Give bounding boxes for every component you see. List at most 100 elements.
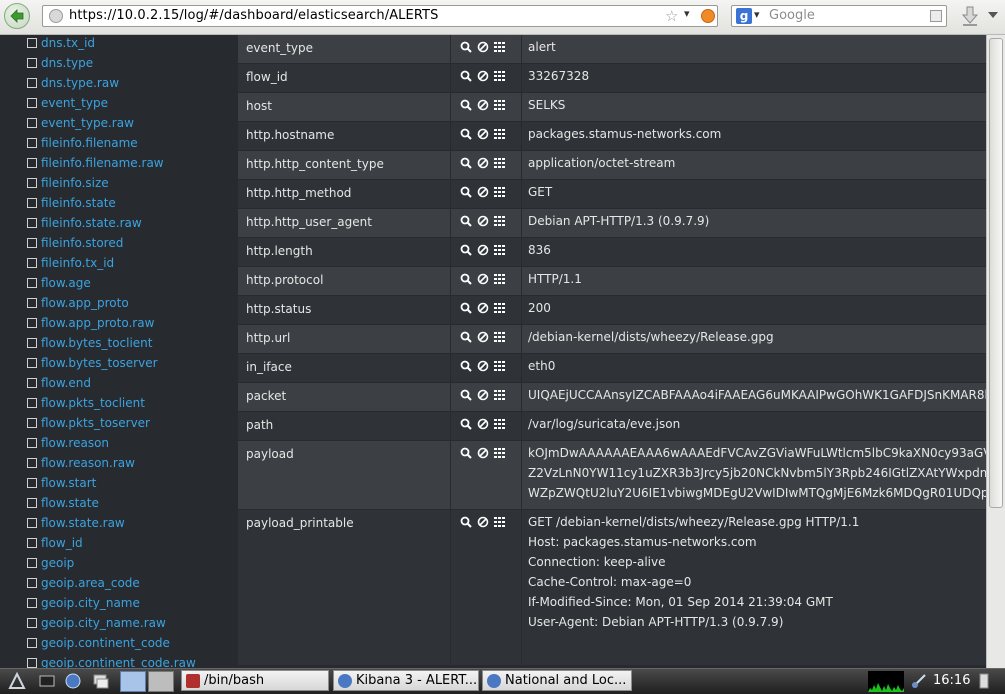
- field-checkbox[interactable]: [27, 58, 37, 68]
- field-checkbox[interactable]: [27, 578, 37, 588]
- filter-magnify-icon[interactable]: [460, 157, 472, 169]
- sidebar-field-item[interactable]: flow.pkts_toserver: [27, 413, 150, 433]
- back-button[interactable]: [4, 3, 30, 29]
- sidebar-field-item[interactable]: fileinfo.filename.raw: [27, 153, 164, 173]
- filter-magnify-icon[interactable]: [460, 447, 472, 459]
- field-checkbox[interactable]: [27, 298, 37, 308]
- show-desktop-icon[interactable]: [92, 672, 110, 690]
- battery-tray-icon[interactable]: [978, 672, 990, 690]
- toggle-column-icon[interactable]: [494, 99, 506, 111]
- field-name-link[interactable]: fileinfo.tx_id: [41, 256, 114, 270]
- toggle-column-icon[interactable]: [494, 128, 506, 140]
- sidebar-field-item[interactable]: geoip.area_code: [27, 573, 140, 593]
- toggle-column-icon[interactable]: [494, 516, 506, 528]
- filter-out-icon[interactable]: [477, 186, 489, 198]
- lxde-menu-icon[interactable]: [8, 672, 26, 690]
- filter-magnify-icon[interactable]: [460, 186, 472, 198]
- sidebar-field-item[interactable]: geoip: [27, 553, 74, 573]
- field-name-link[interactable]: flow.app_proto: [41, 296, 129, 310]
- filter-magnify-icon[interactable]: [460, 302, 472, 314]
- field-checkbox[interactable]: [27, 618, 37, 628]
- field-checkbox[interactable]: [27, 358, 37, 368]
- sidebar-field-item[interactable]: flow_id: [27, 533, 83, 553]
- field-name-link[interactable]: flow.start: [41, 476, 96, 490]
- url-bar[interactable]: https://10.0.2.15/log/#/dashboard/elasti…: [42, 5, 718, 27]
- toggle-column-icon[interactable]: [494, 157, 506, 169]
- field-name-link[interactable]: fileinfo.stored: [41, 236, 123, 250]
- filter-magnify-icon[interactable]: [460, 99, 472, 111]
- url-history-dropdown-icon[interactable]: ▾: [684, 7, 690, 20]
- vertical-scrollbar[interactable]: [986, 35, 1005, 668]
- sidebar-field-item[interactable]: flow.state: [27, 493, 99, 513]
- site-identity-icon[interactable]: [49, 9, 63, 23]
- browser-launcher-icon[interactable]: [64, 672, 82, 690]
- sidebar-field-item[interactable]: dns.type: [27, 53, 93, 73]
- filter-out-icon[interactable]: [477, 273, 489, 285]
- task-terminal[interactable]: /bin/bash: [181, 670, 329, 691]
- field-name-link[interactable]: flow.app_proto.raw: [41, 316, 154, 330]
- field-checkbox[interactable]: [27, 198, 37, 208]
- field-checkbox[interactable]: [27, 158, 37, 168]
- filter-out-icon[interactable]: [477, 418, 489, 430]
- sidebar-field-item[interactable]: fileinfo.state.raw: [27, 213, 142, 233]
- field-checkbox[interactable]: [27, 338, 37, 348]
- toggle-column-icon[interactable]: [494, 273, 506, 285]
- sidebar-field-item[interactable]: geoip.city_name.raw: [27, 613, 166, 633]
- field-checkbox[interactable]: [27, 138, 37, 148]
- field-name-link[interactable]: fileinfo.size: [41, 176, 109, 190]
- task-kibana[interactable]: Kibana 3 - ALERT...: [333, 670, 479, 691]
- field-name-link[interactable]: geoip.continent_code: [41, 636, 170, 650]
- filter-magnify-icon[interactable]: [460, 244, 472, 256]
- clock[interactable]: 16:16: [933, 673, 970, 688]
- google-search-engine-icon[interactable]: g: [736, 8, 752, 24]
- field-name-link[interactable]: dns.type.raw: [41, 76, 119, 90]
- filter-out-icon[interactable]: [477, 128, 489, 140]
- sidebar-field-item[interactable]: fileinfo.filename: [27, 133, 138, 153]
- network-tray-icon[interactable]: [910, 672, 928, 690]
- field-name-link[interactable]: fileinfo.state.raw: [41, 216, 142, 230]
- sidebar-field-item[interactable]: flow.pkts_toclient: [27, 393, 145, 413]
- field-checkbox[interactable]: [27, 458, 37, 468]
- workspace-1-button[interactable]: [120, 671, 146, 692]
- filter-magnify-icon[interactable]: [460, 128, 472, 140]
- field-name-link[interactable]: fileinfo.filename.raw: [41, 156, 164, 170]
- toggle-column-icon[interactable]: [494, 302, 506, 314]
- sidebar-field-item[interactable]: flow.app_proto.raw: [27, 313, 154, 333]
- filter-out-icon[interactable]: [477, 389, 489, 401]
- search-input[interactable]: Google: [769, 8, 815, 23]
- sidebar-field-item[interactable]: flow.state.raw: [27, 513, 125, 533]
- sidebar-field-item[interactable]: fileinfo.tx_id: [27, 253, 114, 273]
- toggle-column-icon[interactable]: [494, 215, 506, 227]
- field-checkbox[interactable]: [27, 518, 37, 528]
- field-checkbox[interactable]: [27, 98, 37, 108]
- field-name-link[interactable]: geoip: [41, 556, 74, 570]
- field-name-link[interactable]: fileinfo.state: [41, 196, 116, 210]
- url-text[interactable]: https://10.0.2.15/log/#/dashboard/elasti…: [69, 8, 438, 23]
- toggle-column-icon[interactable]: [494, 186, 506, 198]
- field-checkbox[interactable]: [27, 378, 37, 388]
- field-checkbox[interactable]: [27, 118, 37, 128]
- sidebar-field-item[interactable]: flow.reason.raw: [27, 453, 135, 473]
- task-national[interactable]: National and Loc...: [482, 670, 632, 691]
- filter-out-icon[interactable]: [477, 516, 489, 528]
- filter-out-icon[interactable]: [477, 215, 489, 227]
- terminal-launcher-icon[interactable]: [38, 672, 56, 690]
- sidebar-field-item[interactable]: event_type.raw: [27, 113, 134, 133]
- search-engine-dropdown-icon[interactable]: ▾: [754, 8, 760, 21]
- sidebar-field-item[interactable]: geoip.continent_code.raw: [27, 653, 196, 668]
- field-checkbox[interactable]: [27, 558, 37, 568]
- field-name-link[interactable]: flow.age: [41, 276, 91, 290]
- toggle-column-icon[interactable]: [494, 244, 506, 256]
- field-name-link[interactable]: fileinfo.filename: [41, 136, 138, 150]
- field-name-link[interactable]: geoip.continent_code.raw: [41, 656, 196, 668]
- field-checkbox[interactable]: [27, 258, 37, 268]
- sidebar-field-item[interactable]: geoip.city_name: [27, 593, 140, 613]
- field-name-link[interactable]: flow.pkts_toclient: [41, 396, 145, 410]
- overflow-menu-icon[interactable]: [987, 9, 999, 21]
- sidebar-field-item[interactable]: dns.tx_id: [27, 35, 95, 53]
- workspace-2-button[interactable]: [148, 671, 174, 692]
- field-name-link[interactable]: geoip.city_name.raw: [41, 616, 166, 630]
- sidebar-field-item[interactable]: event_type: [27, 93, 108, 113]
- field-checkbox[interactable]: [27, 318, 37, 328]
- sidebar-field-item[interactable]: flow.bytes_toserver: [27, 353, 158, 373]
